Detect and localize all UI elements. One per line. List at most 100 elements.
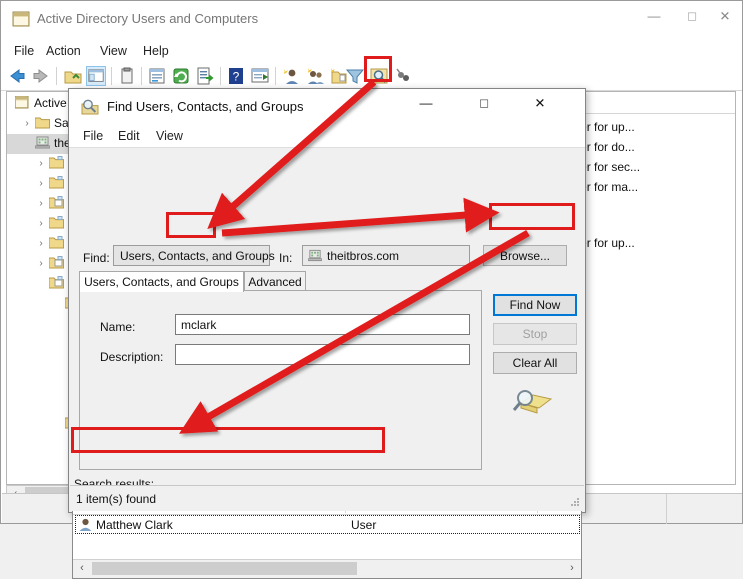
items-found-text: 1 item(s) found	[76, 492, 156, 506]
menu-file[interactable]: File	[7, 42, 41, 60]
chevron-right-icon[interactable]: ›	[35, 178, 47, 190]
close-glyph: ✕	[720, 10, 731, 23]
ou-icon	[49, 276, 64, 290]
scroll-left-icon[interactable]: ‹	[73, 560, 91, 577]
show-hide-console-tree-icon[interactable]	[86, 66, 106, 86]
ou-icon	[49, 196, 64, 210]
dialog-menu-view[interactable]: View	[149, 128, 190, 144]
in-scope-combo[interactable]: theitbros.com ⱟ	[302, 245, 470, 266]
properties-icon[interactable]	[147, 66, 167, 86]
domain-icon	[35, 136, 50, 150]
help-icon[interactable]: ?	[226, 66, 246, 86]
tree-item-icon-wrap	[35, 116, 50, 130]
chevron-right-icon[interactable]: ›	[21, 118, 33, 130]
name-label: Name:	[100, 320, 135, 334]
in-scope-value: theitbros.com	[327, 249, 399, 263]
result-type: User	[351, 518, 376, 532]
find-dialog-titlebar[interactable]: Find Users, Contacts, and Groups — □ ✕	[69, 89, 585, 125]
chevron-right-icon[interactable]: ›	[35, 218, 47, 230]
find-now-label: Find Now	[495, 298, 575, 312]
screenshot-root: Active Directory Users and Computers — □…	[0, 0, 743, 524]
find-dialog-statusbar: 1 item(s) found	[70, 485, 584, 511]
description-input[interactable]	[175, 344, 470, 365]
main-window-title: Active Directory Users and Computers	[37, 11, 258, 26]
main-window-titlebar: Active Directory Users and Computers — □…	[1, 1, 742, 39]
name-input[interactable]: mclark	[175, 314, 470, 335]
scroll-right-icon[interactable]: ›	[563, 560, 581, 577]
find-label: Find:	[83, 251, 110, 265]
chevron-down-icon[interactable]: ⱟ	[35, 278, 47, 290]
maximize-glyph: □	[480, 97, 488, 110]
find-magnifier-icon	[81, 98, 99, 116]
menu-view[interactable]: View	[93, 42, 134, 60]
clear-all-button[interactable]: Clear All	[493, 352, 577, 374]
toolbar-separator	[275, 67, 276, 85]
tab-users-contacts-groups[interactable]: Users, Contacts, and Groups	[79, 271, 244, 292]
clear-all-label: Clear All	[494, 356, 576, 370]
maximize-glyph: □	[688, 10, 696, 23]
stop-button: Stop	[493, 323, 577, 345]
up-one-level-icon[interactable]	[63, 66, 83, 86]
chevron-right-icon[interactable]: ›	[35, 238, 47, 250]
export-list-icon[interactable]	[195, 66, 215, 86]
find-icon[interactable]	[369, 66, 389, 86]
refresh-icon[interactable]	[171, 66, 191, 86]
find-dialog-menubar: File Edit View	[69, 125, 585, 148]
dialog-close-button[interactable]: ✕	[517, 89, 563, 117]
new-user-icon[interactable]	[281, 66, 301, 86]
tab-label: Users, Contacts, and Groups	[80, 275, 243, 289]
forward-arrow-icon[interactable]	[31, 66, 51, 86]
chevron-down-icon[interactable]: ⱟ	[21, 138, 33, 150]
menu-help[interactable]: Help	[136, 42, 176, 60]
copy-icon[interactable]	[117, 66, 137, 86]
dialog-minimize-button[interactable]: —	[403, 89, 449, 117]
chevron-down-icon[interactable]: ⱟ	[51, 418, 63, 430]
main-close-button[interactable]: ✕	[707, 1, 743, 31]
run-icon[interactable]	[250, 66, 270, 86]
toolbar-separator	[111, 67, 112, 85]
stop-label: Stop	[494, 327, 576, 341]
chevron-right-icon[interactable]: ›	[35, 258, 47, 270]
ou-icon	[49, 256, 64, 270]
saved-queries-icon[interactable]	[393, 66, 413, 86]
find-dialog-title: Find Users, Contacts, and Groups	[107, 99, 304, 114]
svg-text:?: ?	[233, 70, 240, 84]
tab-label: Advanced	[245, 275, 305, 289]
result-name: Matthew Clark	[96, 518, 173, 532]
back-arrow-icon[interactable]	[7, 66, 27, 86]
folder-icon	[49, 176, 64, 190]
chevron-right-icon[interactable]: ›	[35, 198, 47, 210]
dialog-maximize-button[interactable]: □	[461, 89, 507, 117]
close-glyph: ✕	[535, 97, 546, 110]
main-toolbar: ?	[1, 62, 742, 91]
find-tab-panel: Name: mclark Description:	[79, 290, 482, 470]
folder-icon	[49, 216, 64, 230]
folder-icon	[49, 156, 64, 170]
menu-action[interactable]: Action	[39, 42, 88, 60]
scroll-thumb[interactable]	[92, 562, 357, 575]
chevron-right-icon[interactable]: ›	[35, 158, 47, 170]
find-type-combo[interactable]: Users, Contacts, and Groups ⱟ	[113, 245, 270, 266]
filter-icon[interactable]	[345, 66, 365, 86]
table-row[interactable]: Matthew Clark User	[73, 515, 581, 535]
in-label: In:	[279, 251, 292, 265]
status-divider	[666, 494, 667, 524]
chevron-down-icon[interactable]: ⱟ	[51, 298, 63, 310]
tab-advanced[interactable]: Advanced	[244, 271, 306, 291]
user-icon	[78, 517, 93, 535]
minimize-glyph: —	[420, 97, 433, 110]
console-window-icon	[12, 11, 30, 28]
browse-button[interactable]: Browse...	[483, 245, 567, 266]
domain-icon	[308, 249, 322, 265]
new-group-icon[interactable]	[305, 66, 325, 86]
results-horizontal-scrollbar[interactable]: ‹ ›	[73, 559, 581, 578]
description-label: Description:	[100, 350, 163, 364]
dialog-menu-file[interactable]: File	[76, 128, 110, 144]
find-now-button[interactable]: Find Now	[493, 294, 577, 316]
resize-grip[interactable]	[570, 498, 580, 508]
toolbar-separator	[56, 67, 57, 85]
find-type-value: Users, Contacts, and Groups	[120, 249, 275, 263]
dialog-menu-edit[interactable]: Edit	[111, 128, 147, 144]
find-folder-magnifier-icon	[511, 386, 553, 420]
main-menubar: File Action View Help	[1, 39, 742, 62]
